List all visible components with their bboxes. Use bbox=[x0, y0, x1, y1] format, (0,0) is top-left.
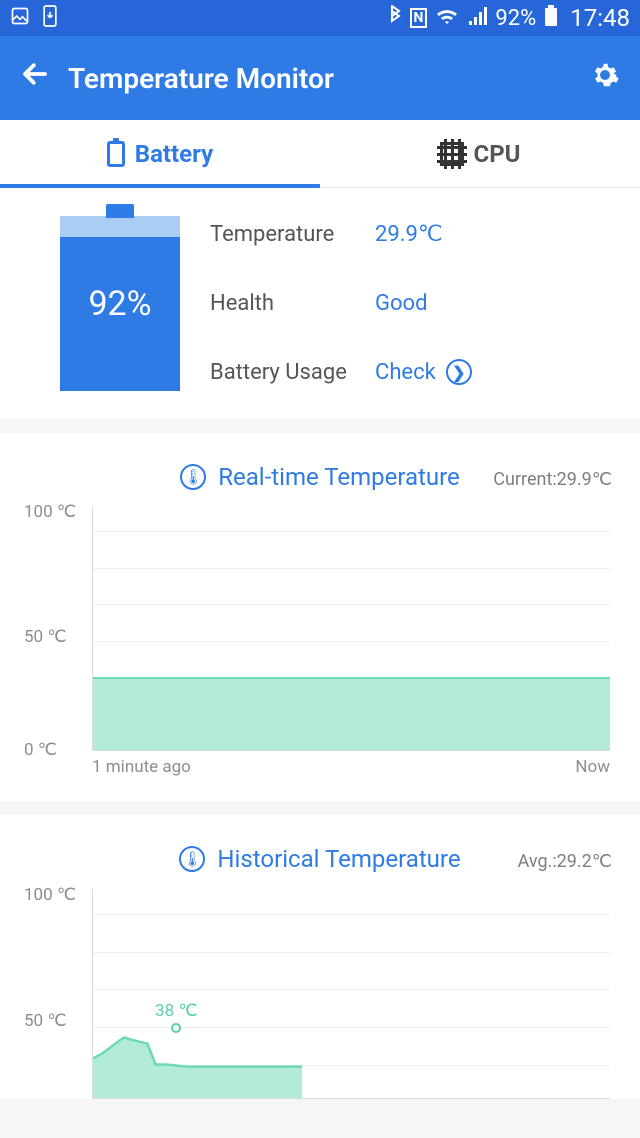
settings-button[interactable] bbox=[590, 60, 620, 97]
phone-update-icon bbox=[40, 4, 60, 33]
label-temperature: Temperature bbox=[210, 222, 375, 247]
status-time: 17:48 bbox=[570, 4, 630, 32]
back-button[interactable] bbox=[20, 58, 56, 98]
label-health: Health bbox=[210, 291, 375, 316]
ylabel-h50: 50 ℃ bbox=[24, 1011, 66, 1031]
realtime-chart: 100 ℃ 50 ℃ 0 ℃ 1 minute ago Now bbox=[24, 507, 610, 777]
thermometer-icon: 🌡 bbox=[179, 846, 205, 872]
bluetooth-icon bbox=[388, 5, 402, 32]
cpu-icon bbox=[440, 142, 464, 166]
xlabel-right: Now bbox=[575, 757, 610, 777]
ylabel-50: 50 ℃ bbox=[24, 627, 66, 647]
xlabel-left: 1 minute ago bbox=[92, 757, 191, 777]
battery-level-text: 92% bbox=[88, 284, 151, 324]
battery-summary-card: 92% Temperature 29.9℃ Health Good Batter… bbox=[0, 188, 640, 419]
value-health: Good bbox=[375, 291, 428, 316]
wifi-icon bbox=[435, 6, 459, 31]
signal-icon bbox=[467, 6, 487, 30]
historical-avg: Avg.:29.2℃ bbox=[518, 851, 612, 872]
picture-icon bbox=[10, 6, 30, 31]
ylabel-100: 100 ℃ bbox=[24, 502, 76, 522]
tab-battery-label: Battery bbox=[135, 140, 213, 168]
tab-cpu-label: CPU bbox=[474, 140, 521, 168]
battery-status-icon bbox=[544, 5, 558, 32]
historical-peak-callout: 38 ℃ bbox=[155, 1001, 197, 1033]
tabs: Battery CPU bbox=[0, 120, 640, 188]
historical-title: Historical Temperature bbox=[217, 845, 460, 873]
tab-cpu[interactable]: CPU bbox=[320, 120, 640, 187]
tab-battery[interactable]: Battery bbox=[0, 120, 320, 187]
ylabel-0: 0 ℃ bbox=[24, 740, 57, 760]
historical-temperature-card: 🌡 Historical Temperature Avg.:29.2℃ 100 … bbox=[0, 815, 640, 1099]
battery-usage-check: Check bbox=[375, 360, 436, 385]
row-temperature: Temperature 29.9℃ bbox=[210, 222, 620, 247]
value-temperature: 29.9℃ bbox=[375, 222, 443, 247]
historical-chart: 100 ℃ 50 ℃ 38 ℃ bbox=[24, 889, 610, 1099]
row-health: Health Good bbox=[210, 291, 620, 316]
thermometer-icon: 🌡 bbox=[180, 464, 206, 490]
row-battery-usage[interactable]: Battery Usage Check ❯ bbox=[210, 359, 620, 385]
app-bar: Temperature Monitor bbox=[0, 36, 640, 120]
label-battery-usage: Battery Usage bbox=[210, 360, 375, 385]
status-battery-percent: 92% bbox=[495, 6, 536, 31]
realtime-current: Current:29.9℃ bbox=[493, 469, 612, 490]
chevron-right-icon: ❯ bbox=[446, 359, 472, 385]
nfc-icon: N bbox=[410, 8, 428, 28]
battery-graphic: 92% bbox=[60, 216, 180, 391]
historical-peak-value: 38 ℃ bbox=[155, 1001, 197, 1021]
status-bar: N 92% 17:48 bbox=[0, 0, 640, 36]
page-title: Temperature Monitor bbox=[68, 62, 334, 95]
realtime-title: Real-time Temperature bbox=[218, 463, 460, 491]
realtime-temperature-card: 🌡 Real-time Temperature Current:29.9℃ 10… bbox=[0, 433, 640, 801]
battery-icon bbox=[107, 141, 125, 167]
ylabel-h100: 100 ℃ bbox=[24, 885, 76, 905]
